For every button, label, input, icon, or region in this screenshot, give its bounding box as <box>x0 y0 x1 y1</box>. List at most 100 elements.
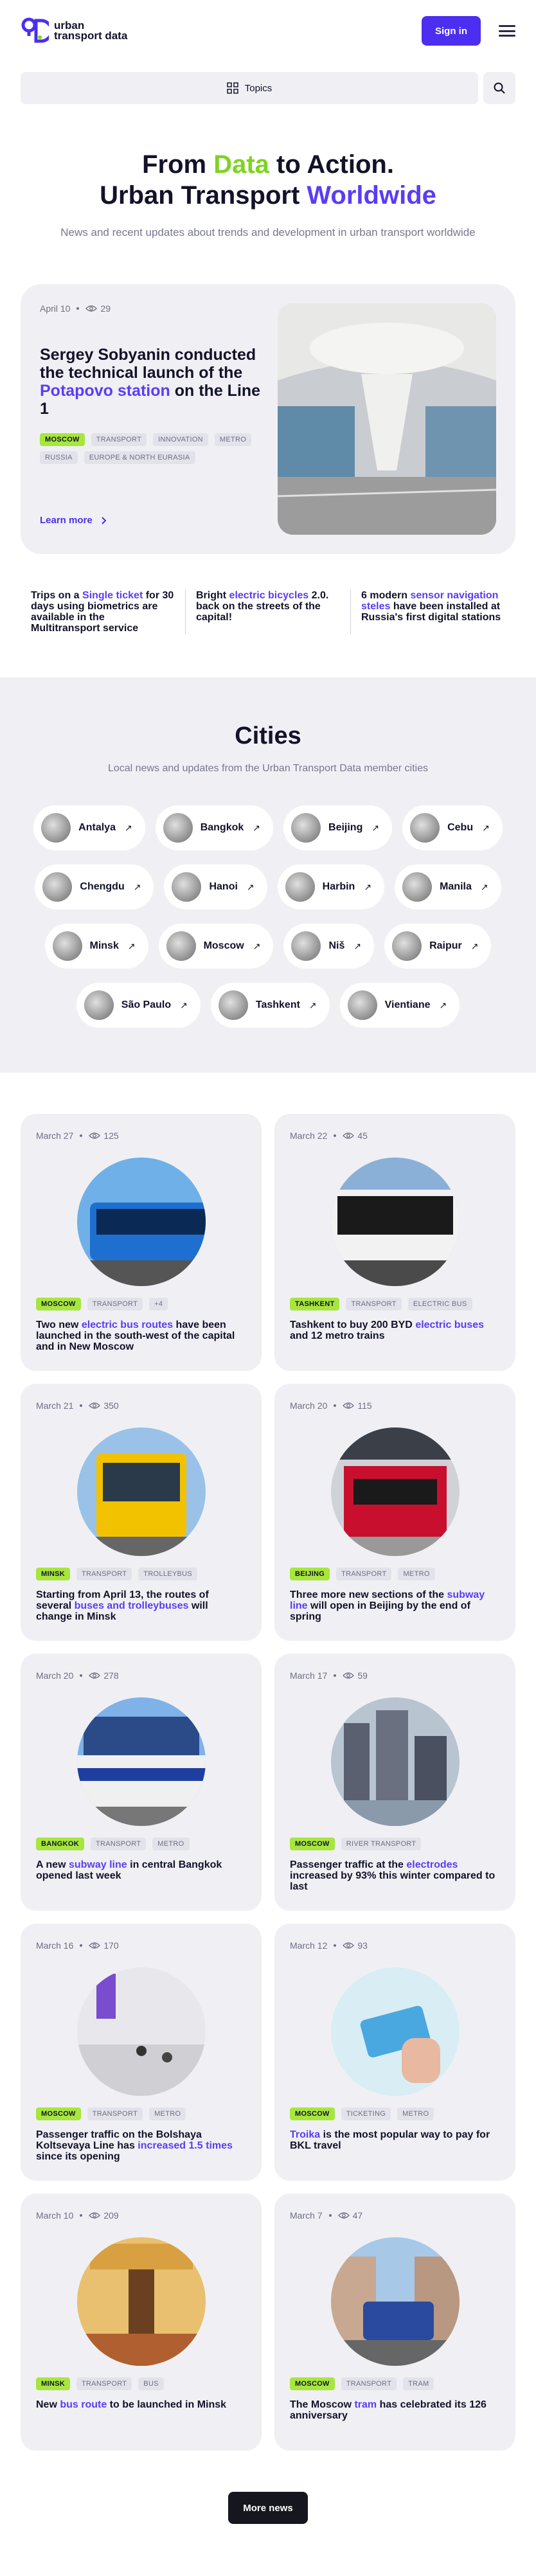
tag[interactable]: MINSK <box>36 2377 70 2390</box>
tag[interactable]: TROLLEYBUS <box>138 1568 198 1580</box>
tag[interactable]: TRANSPORT <box>76 1568 132 1580</box>
tag[interactable]: MOSCOW <box>36 2107 81 2120</box>
menu-icon[interactable] <box>499 25 515 37</box>
signin-button[interactable]: Sign in <box>422 16 481 46</box>
news-tags: MOSCOW TICKETING METRO <box>290 2107 500 2120</box>
search-button[interactable] <box>483 72 515 104</box>
tag[interactable]: TRAM <box>403 2377 434 2390</box>
news-card[interactable]: March 20 115 BEIJING TRANSPORT METRO Three mo… <box>274 1384 515 1641</box>
news-tags: MINSK TRANSPORT BUS <box>36 2377 246 2390</box>
tag[interactable]: MOSCOW <box>40 433 85 446</box>
city-chip[interactable]: Tashkent ↗ <box>210 983 330 1028</box>
city-chip[interactable]: Niš ↗ <box>283 924 375 969</box>
tag[interactable]: TRANSPORT <box>87 1298 143 1310</box>
tag[interactable]: TRANSPORT <box>346 1298 402 1310</box>
tag[interactable]: +4 <box>149 1298 168 1310</box>
tag[interactable]: BEIJING <box>290 1568 330 1580</box>
city-chip[interactable]: São Paulo ↗ <box>76 983 201 1028</box>
city-avatar <box>402 872 433 902</box>
news-card[interactable]: March 16 170 MOSCOW TRANSPORT METRO Passenger… <box>21 1924 262 2181</box>
tag[interactable]: TRANSPORT <box>87 2107 143 2120</box>
city-chip[interactable]: Minsk ↗ <box>44 924 148 969</box>
tag[interactable]: MOSCOW <box>36 1298 81 1310</box>
city-chip[interactable]: Beijing ↗ <box>283 805 393 850</box>
news-card[interactable]: March 21 350 MINSK TRANSPORT TROLLEYBUS Start… <box>21 1384 262 1641</box>
tag[interactable]: BANGKOK <box>36 1838 84 1850</box>
news-card[interactable]: March 22 45 TASHKENT TRANSPORT ELECTRIC BUS T… <box>274 1114 515 1371</box>
tag[interactable]: TRANSPORT <box>76 2377 132 2390</box>
arrow-up-right-icon: ↗ <box>439 999 447 1010</box>
city-name: São Paulo <box>121 999 172 1010</box>
tag[interactable]: RIVER TRANSPORT <box>341 1838 422 1850</box>
tag[interactable]: MOSCOW <box>290 2377 335 2390</box>
news-date: March 22 <box>290 1131 328 1141</box>
topics-button[interactable]: Topics <box>21 72 478 104</box>
news-tags: BEIJING TRANSPORT METRO <box>290 1568 500 1580</box>
tag[interactable]: TASHKENT <box>290 1298 340 1310</box>
city-chip[interactable]: Hanoi ↗ <box>164 864 267 909</box>
news-image <box>76 1427 206 1556</box>
tag[interactable]: METRO <box>397 2107 434 2120</box>
city-avatar <box>410 813 440 843</box>
city-name: Vientiane <box>384 999 431 1010</box>
eye-icon <box>343 1402 355 1409</box>
tag[interactable]: MOSCOW <box>290 2107 335 2120</box>
news-card[interactable]: March 20 278 BANGKOK TRANSPORT METRO A new su… <box>21 1654 262 1911</box>
arrow-up-right-icon: ↗ <box>133 881 141 892</box>
tag[interactable]: TICKETING <box>341 2107 391 2120</box>
brand-logo[interactable]: urban transport data <box>21 17 131 45</box>
news-card[interactable]: March 27 125 MOSCOW TRANSPORT +4 Two new elec… <box>21 1114 262 1371</box>
tag[interactable]: MOSCOW <box>290 1838 335 1850</box>
city-chip[interactable]: Manila ↗ <box>395 864 501 909</box>
news-card[interactable]: March 10 209 MINSK TRANSPORT BUS New bus rout… <box>21 2194 262 2451</box>
city-chip[interactable]: Harbin ↗ <box>277 864 385 909</box>
tag[interactable]: BUS <box>138 2377 164 2390</box>
news-card[interactable]: March 12 93 MOSCOW TICKETING METRO Troika is … <box>274 1924 515 2181</box>
tag[interactable]: METRO <box>152 1838 190 1850</box>
city-chip[interactable]: Moscow ↗ <box>158 924 274 969</box>
highlights: Trips on a Single ticket for 30 days usi… <box>21 590 515 634</box>
featured-title: Sergey Sobyanin conducted the technical … <box>40 346 261 418</box>
more-news-button[interactable]: More news <box>228 2492 308 2524</box>
tag[interactable]: RUSSIA <box>40 451 78 464</box>
news-views: 209 <box>103 2210 119 2221</box>
news-card[interactable]: March 17 59 MOSCOW RIVER TRANSPORT Passenger… <box>274 1654 515 1911</box>
tag[interactable]: TRANSPORT <box>341 2377 397 2390</box>
highlight-item[interactable]: Trips on a Single ticket for 30 days usi… <box>21 590 185 634</box>
city-name: Beijing <box>328 822 363 833</box>
city-avatar <box>163 813 193 843</box>
highlight-item[interactable]: Bright electric bicycles 2.0. back on th… <box>185 590 350 634</box>
tag[interactable]: EUROPE & NORTH EURASIA <box>84 451 195 464</box>
featured-news-card[interactable]: April 10 29 Sergey Sobyanin conducted th… <box>21 284 515 554</box>
city-chip[interactable]: Cebu ↗ <box>402 805 503 850</box>
tag[interactable]: METRO <box>149 2107 186 2120</box>
city-chip[interactable]: Vientiane ↗ <box>339 983 460 1028</box>
highlight-item[interactable]: 6 modern sensor navigation steles have b… <box>350 590 515 634</box>
tag[interactable]: MINSK <box>36 1568 70 1580</box>
tag[interactable]: METRO <box>398 1568 435 1580</box>
tag[interactable]: INNOVATION <box>153 433 208 446</box>
news-date: March 7 <box>290 2210 323 2221</box>
news-image <box>330 1967 460 2096</box>
tag[interactable]: ELECTRIC BUS <box>407 1298 472 1310</box>
news-meta: March 20 278 <box>36 1670 246 1681</box>
news-date: March 12 <box>290 1940 328 1951</box>
arrow-up-right-icon: ↗ <box>371 822 380 833</box>
city-chip[interactable]: Raipur ↗ <box>384 924 492 969</box>
city-avatar <box>52 931 82 961</box>
city-chip[interactable]: Antalya ↗ <box>33 805 145 850</box>
site-header: urban transport data Sign in <box>0 0 536 62</box>
city-chip[interactable]: Chengdu ↗ <box>35 864 154 909</box>
tag[interactable]: TRANSPORT <box>91 433 147 446</box>
news-card[interactable]: March 7 47 MOSCOW TRANSPORT TRAM The Moscow t… <box>274 2194 515 2451</box>
learn-more-link[interactable]: Learn more <box>40 515 107 526</box>
news-tags: MOSCOW TRANSPORT METRO <box>36 2107 246 2120</box>
tag[interactable]: TRANSPORT <box>336 1568 392 1580</box>
news-image <box>330 1697 460 1826</box>
arrow-up-right-icon: ↗ <box>180 999 188 1010</box>
city-chip[interactable]: Bangkok ↗ <box>155 805 274 850</box>
tag[interactable]: METRO <box>214 433 252 446</box>
tag[interactable]: TRANSPORT <box>90 1838 147 1850</box>
news-meta: March 22 45 <box>290 1131 500 1141</box>
news-meta: March 17 59 <box>290 1670 500 1681</box>
